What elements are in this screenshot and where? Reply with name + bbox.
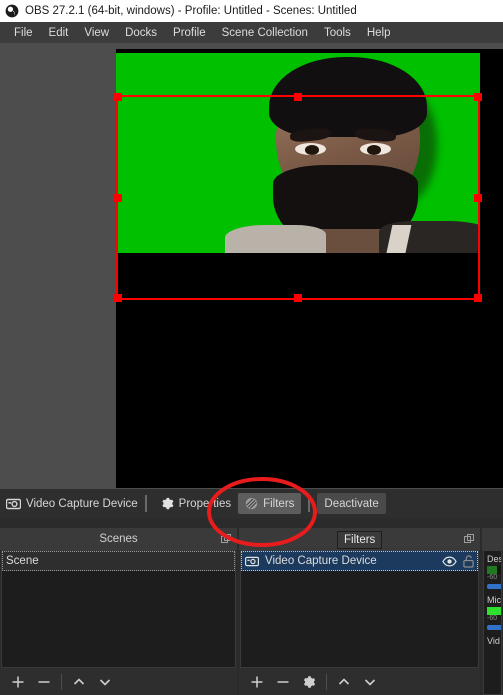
menu-item-file[interactable]: File xyxy=(6,25,41,41)
deactivate-label: Deactivate xyxy=(324,497,379,510)
move-source-down-button[interactable] xyxy=(357,671,383,693)
scenes-list[interactable]: Scene xyxy=(1,550,237,668)
list-item[interactable]: Scene xyxy=(2,551,236,571)
list-item[interactable]: Video Capture Device xyxy=(241,551,478,571)
filters-button[interactable]: Filters xyxy=(238,493,302,514)
mixer-channel-label: Des xyxy=(487,554,501,564)
mixer-channel-mic-aux[interactable]: Mic -60 xyxy=(487,595,501,630)
menu-item-help[interactable]: Help xyxy=(359,25,399,41)
volume-slider[interactable] xyxy=(487,625,501,630)
preview-area[interactable] xyxy=(0,43,503,489)
filters-tooltip: Filters xyxy=(337,531,383,549)
toolbar-source-name: Video Capture Device xyxy=(26,497,138,510)
scene-label: Scene xyxy=(6,555,39,567)
audio-mixer-channels[interactable]: Des -60 Mic -60 Vid xyxy=(483,550,502,695)
camera-icon xyxy=(245,556,260,567)
menu-bar: File Edit View Docks Profile Scene Colle… xyxy=(0,22,503,43)
gear-icon xyxy=(161,497,174,510)
toolbar-separator-1 xyxy=(144,495,147,512)
move-scene-down-button[interactable] xyxy=(92,671,118,693)
add-scene-button[interactable] xyxy=(5,671,31,693)
title-bar: OBS 27.2.1 (64-bit, windows) - Profile: … xyxy=(0,0,503,22)
menu-item-scene-collection[interactable]: Scene Collection xyxy=(214,25,316,41)
undock-icon[interactable] xyxy=(221,534,232,547)
menu-item-profile[interactable]: Profile xyxy=(165,25,214,41)
add-source-button[interactable] xyxy=(244,671,270,693)
mixer-channel-label: Mic xyxy=(487,595,501,605)
properties-button[interactable]: Properties xyxy=(154,493,238,514)
sources-dock: S Video Capture Device xyxy=(239,528,480,695)
toolbar-separator-2 xyxy=(308,495,311,512)
docks-row: Scenes Scene Video Capture Device De -60… xyxy=(0,528,503,695)
scenes-dock-title: Scenes xyxy=(99,533,138,545)
window-title: OBS 27.2.1 (64-bit, windows) - Profile: … xyxy=(25,5,357,17)
scenes-dock: Scenes Scene xyxy=(0,528,238,695)
volume-meter xyxy=(487,566,501,574)
eye-icon[interactable] xyxy=(442,555,457,567)
undock-icon[interactable] xyxy=(464,534,474,547)
deactivate-button[interactable]: Deactivate xyxy=(317,493,386,514)
source-toolbar: Video Capture Device Properties Filters … xyxy=(0,489,503,518)
move-source-up-button[interactable] xyxy=(331,671,357,693)
mixer-channel-desktop-audio[interactable]: Des -60 xyxy=(487,554,501,589)
sources-footer-separator xyxy=(326,673,328,690)
source-properties-button[interactable] xyxy=(296,671,322,693)
volume-meter xyxy=(487,607,501,615)
menu-item-edit[interactable]: Edit xyxy=(41,25,77,41)
hair xyxy=(268,57,428,137)
menu-item-tools[interactable]: Tools xyxy=(316,25,359,41)
unlock-icon[interactable] xyxy=(463,554,474,568)
mixer-channel-video-capture-device[interactable]: Vid xyxy=(487,636,501,646)
shoulder-left xyxy=(225,225,327,253)
meter-scale-label: -60 xyxy=(487,615,498,622)
remove-source-button[interactable] xyxy=(270,671,296,693)
move-scene-up-button[interactable] xyxy=(66,671,92,693)
remove-scene-button[interactable] xyxy=(31,671,57,693)
person-figure xyxy=(225,53,480,253)
meter-scale-label: -60 xyxy=(487,574,498,581)
volume-slider[interactable] xyxy=(487,584,501,589)
scenes-dock-footer xyxy=(0,668,238,695)
sources-dock-footer xyxy=(239,668,480,695)
obs-logo-icon xyxy=(5,4,19,18)
pupil-left xyxy=(304,145,320,155)
video-source-image xyxy=(116,53,480,253)
audio-mixer-dock: Des -60 Mic -60 Vid xyxy=(482,528,503,695)
properties-label: Properties xyxy=(178,497,232,510)
mixer-channel-label: Vid xyxy=(487,636,500,646)
menu-item-view[interactable]: View xyxy=(76,25,117,41)
filters-label: Filters xyxy=(263,497,295,510)
scenes-dock-header: Scenes xyxy=(0,528,238,550)
scenes-footer-separator xyxy=(61,673,62,690)
menu-item-docks[interactable]: Docks xyxy=(117,25,165,41)
sources-list[interactable]: Video Capture Device xyxy=(240,550,479,668)
camera-icon xyxy=(6,498,21,510)
source-label: Video Capture Device xyxy=(265,555,377,567)
audio-mixer-dock-header xyxy=(482,528,503,550)
filters-icon xyxy=(245,497,258,510)
